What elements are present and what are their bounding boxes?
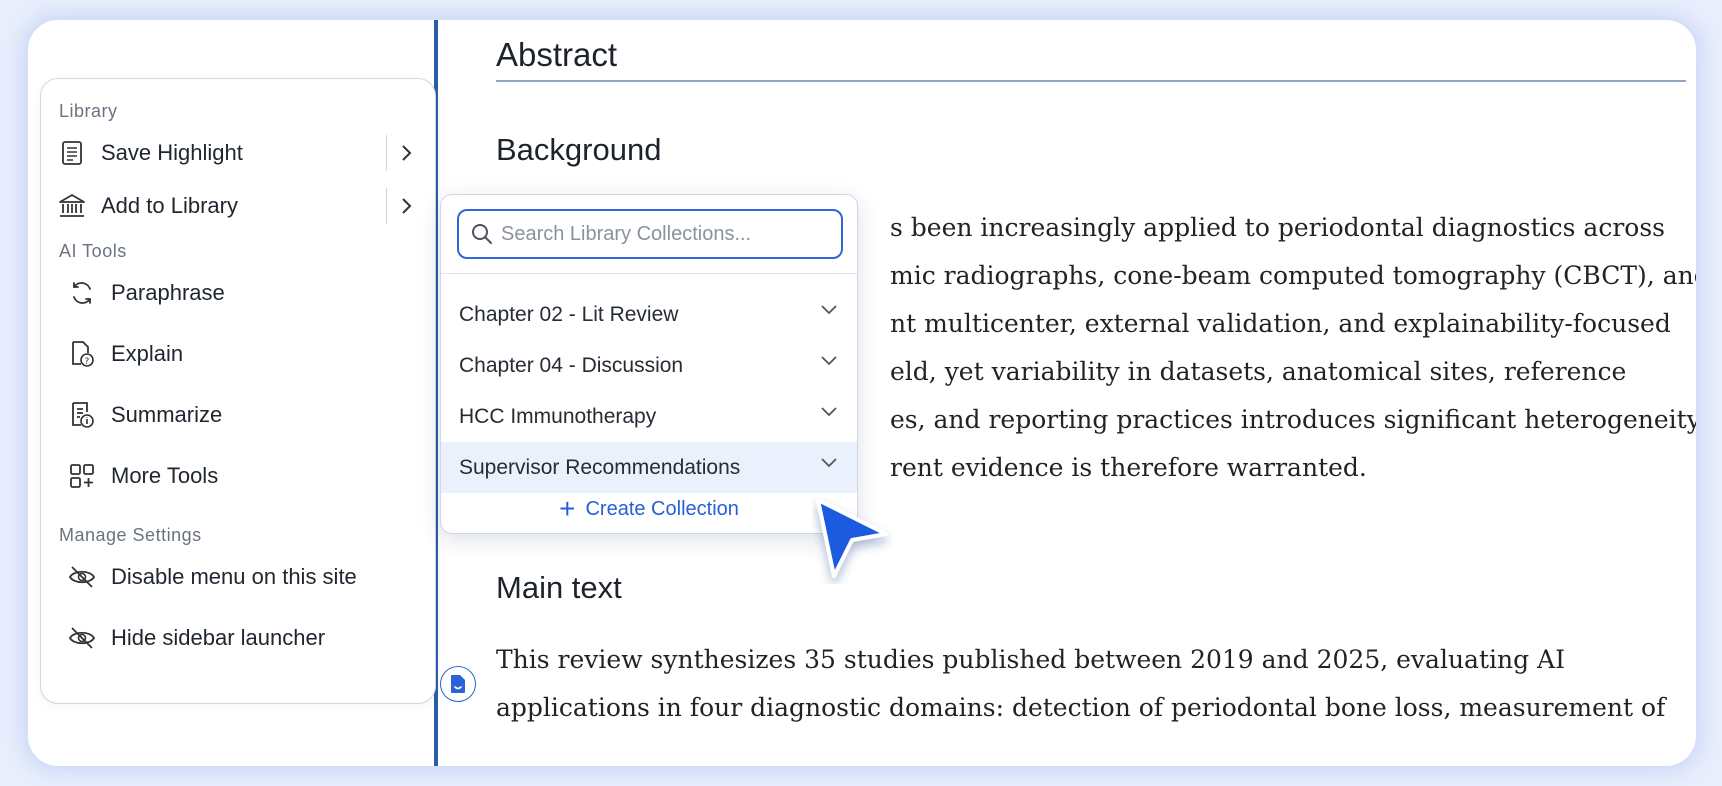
mouse-cursor-icon [812, 496, 892, 589]
chevron-right-icon[interactable] [393, 192, 421, 220]
section-manage-settings: Manage Settings [59, 525, 202, 545]
eye-off-icon [67, 562, 97, 592]
add-to-library-label: Add to Library [101, 193, 238, 218]
save-highlight-label: Save Highlight [101, 140, 243, 165]
more-tools-label: More Tools [111, 463, 219, 488]
add-to-library-item[interactable]: Add to Library [57, 184, 425, 228]
app-frame: Abstract Background s been increasingly … [28, 20, 1696, 766]
grid-plus-icon [67, 461, 97, 491]
refresh-icon [67, 278, 97, 308]
collection-item[interactable]: Chapter 04 - Discussion [441, 340, 857, 391]
chevron-down-icon[interactable] [819, 353, 839, 367]
collection-search-input[interactable] [501, 222, 821, 246]
create-collection-label: Create Collection [585, 497, 739, 520]
document-question-icon: ? [67, 339, 97, 369]
collection-label: Chapter 02 - Lit Review [459, 302, 679, 326]
chevron-down-icon[interactable] [819, 302, 839, 316]
collection-item[interactable]: HCC Immunotherapy [441, 391, 857, 442]
heading-background: Background [496, 132, 662, 167]
collection-item-selected[interactable]: Supervisor Recommendations [441, 442, 857, 493]
collection-item[interactable]: Chapter 02 - Lit Review [441, 289, 857, 340]
search-icon [471, 223, 493, 245]
chevron-down-icon[interactable] [819, 455, 839, 469]
more-tools-item[interactable]: More Tools [67, 454, 425, 498]
popover-separator [441, 273, 857, 274]
paraphrase-item[interactable]: Paraphrase [67, 271, 425, 315]
heading-abstract: Abstract [496, 36, 618, 73]
collection-label: Chapter 04 - Discussion [459, 353, 684, 377]
heading-main-text: Main text [496, 570, 622, 605]
summarize-label: Summarize [111, 402, 223, 427]
document-lines-icon [57, 138, 87, 168]
chevron-right-icon[interactable] [393, 139, 421, 167]
save-highlight-item[interactable]: Save Highlight [57, 131, 425, 175]
create-collection-button[interactable]: + Create Collection [441, 491, 857, 527]
collection-search-box[interactable] [457, 209, 843, 259]
collection-label: HCC Immunotherapy [459, 404, 657, 428]
disable-menu-label: Disable menu on this site [111, 564, 357, 589]
explain-label: Explain [111, 341, 184, 366]
context-menu: Library Save Highlight Add to Library AI… [40, 78, 436, 704]
text-line: applications in four diagnostic domains:… [496, 693, 1666, 722]
svg-text:?: ? [85, 357, 90, 367]
section-ai-tools: AI Tools [59, 241, 127, 261]
hide-launcher-item[interactable]: Hide sidebar launcher [67, 616, 425, 660]
heading-rule [496, 80, 1686, 82]
file-icon [451, 675, 465, 693]
collection-label: Supervisor Recommendations [459, 455, 741, 479]
collections-popover: Chapter 02 - Lit Review Chapter 04 - Dis… [440, 194, 858, 534]
document-info-icon [67, 400, 97, 430]
text-line: This review synthesizes 35 studies publi… [496, 645, 1565, 674]
plus-icon: + [559, 493, 576, 524]
eye-off-icon [67, 623, 97, 653]
main-paragraph: This review synthesizes 35 studies publi… [496, 636, 1696, 732]
disable-menu-item[interactable]: Disable menu on this site [67, 555, 425, 599]
section-library: Library [59, 101, 118, 121]
item-separator [385, 135, 387, 171]
chevron-down-icon[interactable] [819, 404, 839, 418]
item-separator [385, 188, 387, 224]
hide-launcher-label: Hide sidebar launcher [111, 625, 326, 650]
summarize-item[interactable]: Summarize [67, 393, 425, 437]
paraphrase-label: Paraphrase [111, 280, 225, 305]
document-badge-button[interactable] [440, 666, 476, 702]
explain-item[interactable]: ? Explain [67, 332, 425, 376]
bank-icon [57, 191, 87, 221]
